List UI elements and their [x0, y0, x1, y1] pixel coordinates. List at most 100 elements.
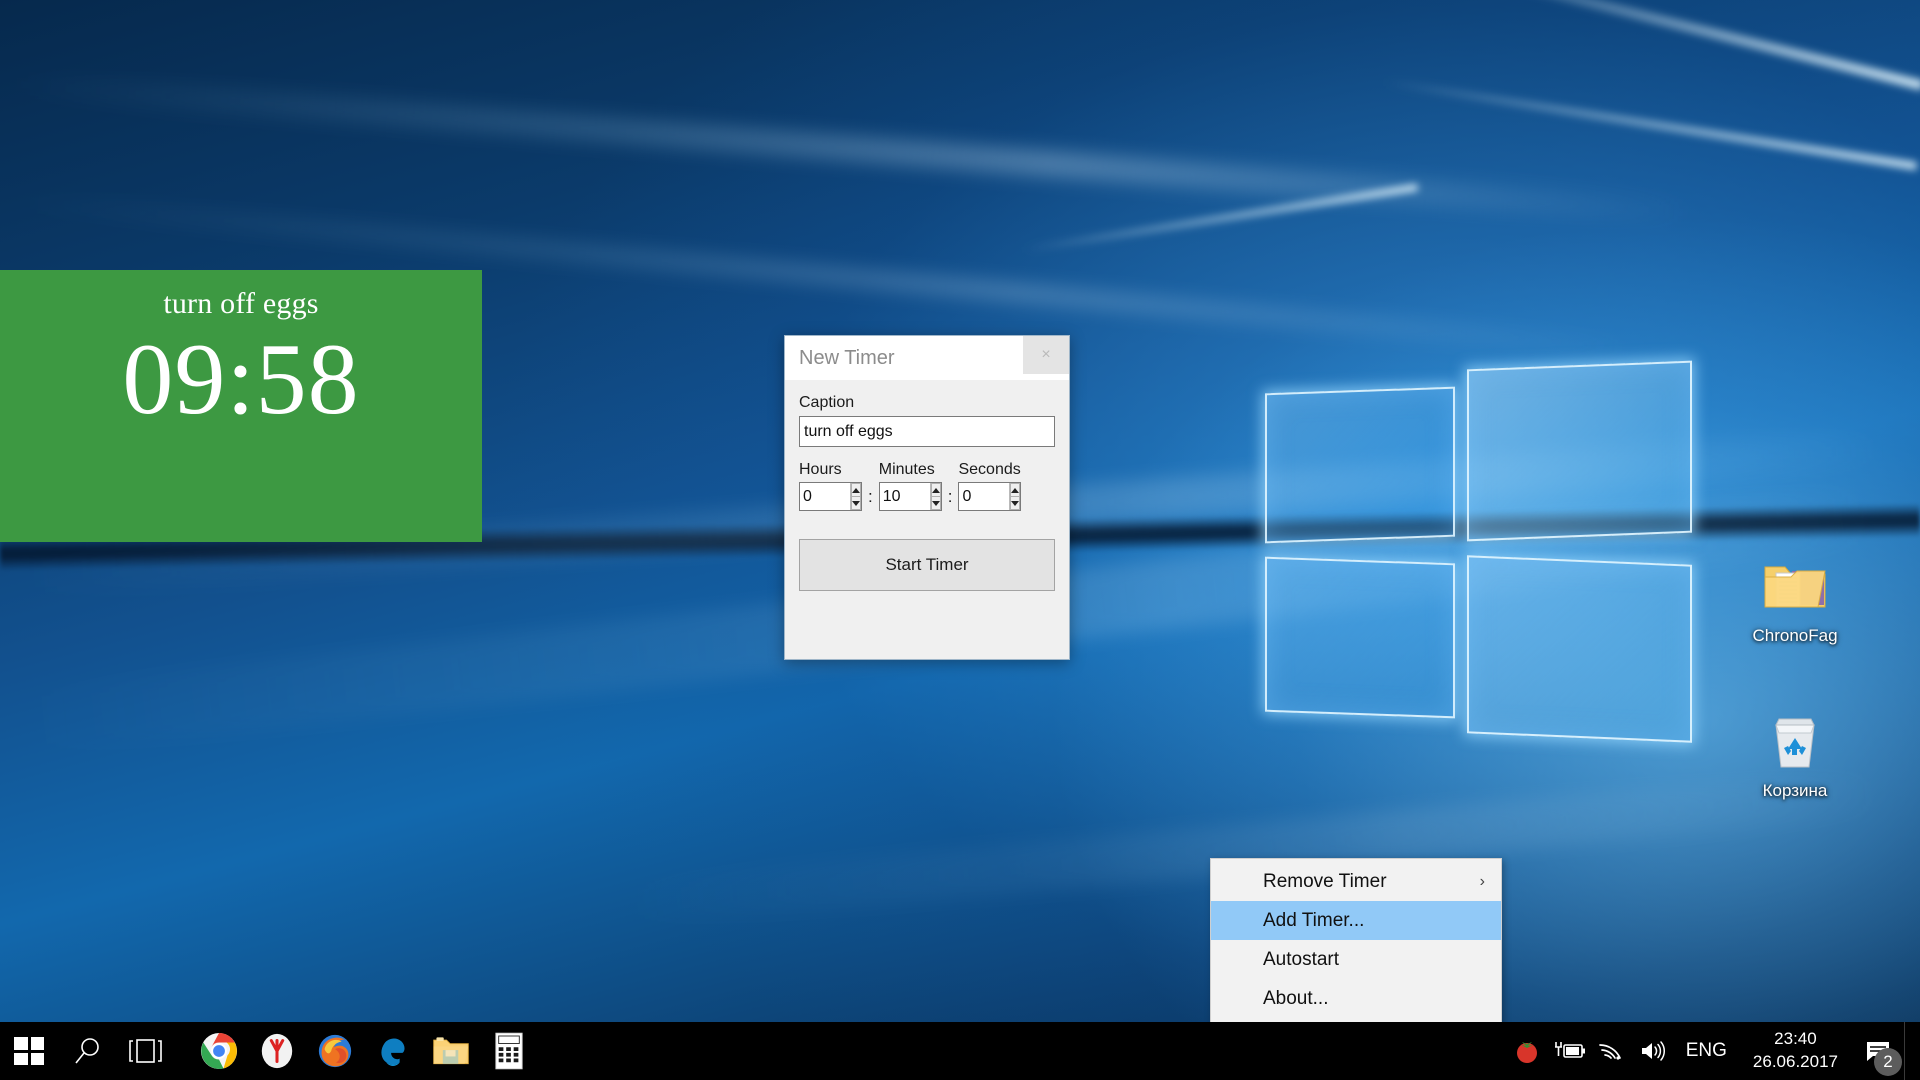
- desktop-icon-label: Корзина: [1762, 781, 1828, 800]
- new-timer-dialog[interactable]: New Timer × Caption Hours :: [784, 335, 1070, 660]
- hours-spin-buttons[interactable]: [850, 483, 861, 510]
- tray-tomato[interactable]: [1506, 1022, 1548, 1080]
- taskbar-app-file-explorer[interactable]: [422, 1022, 480, 1080]
- timer-widget[interactable]: turn off eggs 09:58: [0, 270, 482, 542]
- file-explorer-icon: [433, 1037, 469, 1065]
- taskbar-app-calculator[interactable]: [480, 1022, 538, 1080]
- menu-item-add-timer[interactable]: Add Timer...: [1211, 901, 1501, 940]
- desktop-icon-label: ChronoFag: [1752, 626, 1838, 645]
- system-tray[interactable]: ENG 23:40 26.06.2017 2: [1506, 1022, 1920, 1080]
- hours-increment-button[interactable]: [851, 483, 861, 497]
- minutes-group: Minutes: [878, 461, 942, 511]
- chevron-down-icon: [852, 500, 860, 506]
- wallpaper-ray: [1021, 183, 1419, 254]
- recycle-bin-icon: [1735, 705, 1855, 777]
- notification-center-button[interactable]: 2: [1852, 1022, 1904, 1080]
- show-desktop-button[interactable]: [1904, 1022, 1914, 1080]
- task-view-icon: [129, 1039, 162, 1063]
- minutes-input[interactable]: [879, 483, 930, 510]
- edge-icon: [381, 1038, 405, 1066]
- tray-volume[interactable]: [1632, 1022, 1674, 1080]
- chevron-up-icon: [852, 487, 860, 493]
- timer-widget-countdown: 09:58: [122, 323, 360, 436]
- menu-item-label: Autostart: [1263, 948, 1340, 970]
- logo-pane: [1467, 360, 1692, 542]
- duration-row: Hours : Minutes: [799, 461, 1055, 511]
- search-button[interactable]: [58, 1022, 116, 1080]
- taskbar-app-firefox[interactable]: [306, 1022, 364, 1080]
- search-icon: [75, 1038, 99, 1064]
- start-button[interactable]: [0, 1022, 58, 1080]
- minutes-stepper[interactable]: [878, 482, 942, 511]
- minutes-spin-buttons[interactable]: [929, 483, 941, 510]
- menu-item-label: About...: [1263, 987, 1329, 1009]
- minutes-label: Minutes: [878, 461, 935, 478]
- caption-field-label: Caption: [799, 394, 855, 411]
- logo-pane: [1265, 556, 1455, 719]
- hours-stepper[interactable]: [799, 482, 862, 511]
- hours-input[interactable]: [800, 483, 850, 510]
- desktop-icon-recycle-bin[interactable]: Корзина: [1735, 705, 1855, 801]
- menu-item-label: Add Timer...: [1263, 909, 1365, 931]
- seconds-spin-buttons[interactable]: [1009, 483, 1021, 510]
- battery-charging-icon: [1554, 1042, 1585, 1058]
- desktop[interactable]: turn off eggs 09:58 New Timer × Caption …: [0, 0, 1920, 1080]
- notification-badge: 2: [1874, 1048, 1902, 1076]
- chevron-down-icon: [1011, 500, 1020, 506]
- minutes-increment-button[interactable]: [930, 483, 941, 497]
- tray-language[interactable]: ENG: [1674, 1040, 1739, 1062]
- seconds-increment-button[interactable]: [1010, 483, 1021, 497]
- taskbar-app-chrome[interactable]: [190, 1022, 248, 1080]
- start-timer-button[interactable]: Start Timer: [799, 539, 1055, 591]
- dialog-body: Caption Hours : Minutes: [785, 380, 1069, 591]
- hours-group: Hours: [799, 461, 862, 511]
- tray-battery[interactable]: [1548, 1022, 1590, 1080]
- chevron-right-icon: ›: [1479, 872, 1485, 890]
- seconds-label: Seconds: [958, 461, 1021, 478]
- wallpaper-ray: [1436, 0, 1920, 91]
- desktop-icon-chronofag[interactable]: ChronoFag: [1735, 550, 1855, 646]
- hours-label: Hours: [799, 461, 842, 478]
- logo-pane: [1467, 555, 1692, 743]
- calculator-icon: [495, 1032, 523, 1070]
- tray-date: 26.06.2017: [1752, 1052, 1838, 1071]
- taskbar-app-edge[interactable]: [364, 1022, 422, 1080]
- dialog-titlebar[interactable]: New Timer ×: [785, 336, 1069, 380]
- windows-start-icon: [14, 1037, 44, 1065]
- chevron-up-icon: [1011, 487, 1020, 493]
- menu-item-about[interactable]: About...: [1211, 979, 1501, 1018]
- minutes-decrement-button[interactable]: [930, 497, 941, 510]
- seconds-decrement-button[interactable]: [1010, 497, 1021, 510]
- taskbar-app-yandex[interactable]: [248, 1022, 306, 1080]
- wallpaper-ray: [1382, 77, 1918, 171]
- firefox-icon: [318, 1034, 352, 1068]
- chevron-up-icon: [931, 487, 940, 493]
- menu-item-label: Remove Timer: [1263, 870, 1387, 892]
- menu-item-remove-timer[interactable]: Remove Timer ›: [1211, 862, 1501, 901]
- folder-icon: [1735, 550, 1855, 622]
- windows-logo-icon: [1255, 335, 1692, 755]
- seconds-stepper[interactable]: [958, 482, 1022, 511]
- close-icon[interactable]: ×: [1023, 336, 1069, 374]
- tray-time: 23:40: [1774, 1029, 1817, 1049]
- task-view-button[interactable]: [116, 1022, 174, 1080]
- volume-icon: [1641, 1041, 1665, 1061]
- tomato-icon: [1516, 1042, 1537, 1063]
- caption-input[interactable]: [799, 416, 1055, 447]
- seconds-group: Seconds: [958, 461, 1022, 511]
- logo-pane: [1265, 386, 1455, 544]
- tray-clock[interactable]: 23:40 26.06.2017: [1739, 1028, 1852, 1074]
- wifi-icon: [1598, 1044, 1621, 1060]
- menu-item-autostart[interactable]: Autostart: [1211, 940, 1501, 979]
- time-separator: :: [947, 487, 953, 506]
- seconds-input[interactable]: [959, 483, 1010, 510]
- chrome-icon: [200, 1032, 238, 1070]
- dialog-title: New Timer: [799, 346, 895, 369]
- taskbar[interactable]: ENG 23:40 26.06.2017 2: [0, 1022, 1920, 1080]
- timer-widget-caption: turn off eggs: [163, 287, 319, 320]
- yandex-icon: [261, 1033, 293, 1069]
- hours-decrement-button[interactable]: [851, 497, 861, 510]
- tray-network[interactable]: [1590, 1022, 1632, 1080]
- chevron-down-icon: [931, 500, 940, 506]
- time-separator: :: [868, 487, 873, 506]
